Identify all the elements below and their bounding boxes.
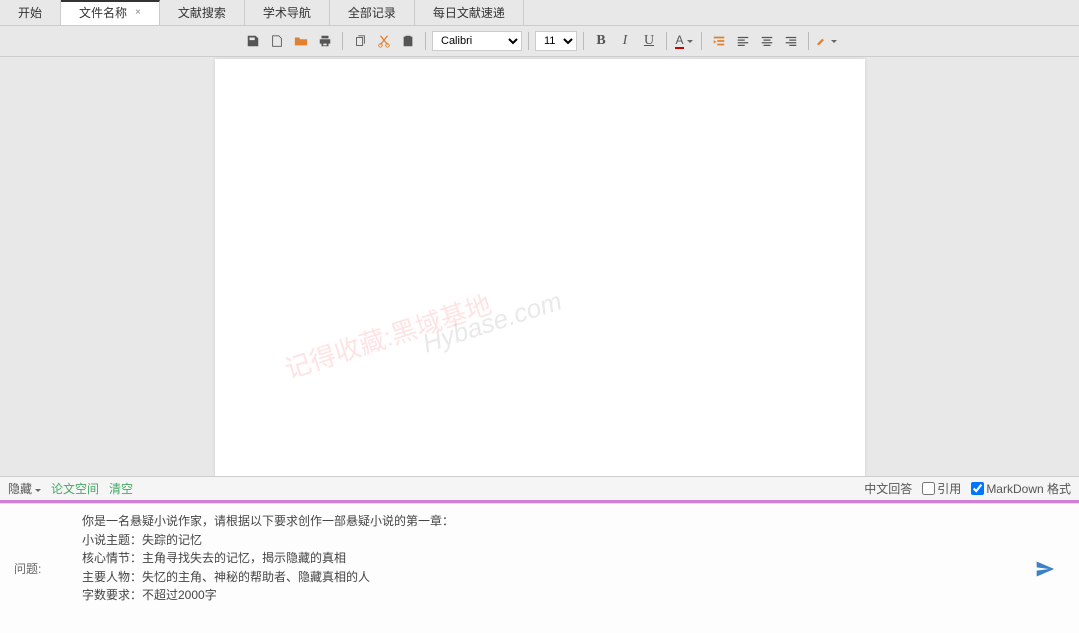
font-select[interactable]: Calibri xyxy=(432,31,522,51)
tab-start[interactable]: 开始 xyxy=(0,0,61,25)
font-color-button[interactable]: A xyxy=(673,30,695,52)
cite-checkbox[interactable]: 引用 xyxy=(922,480,961,497)
align-left-icon[interactable] xyxy=(732,30,754,52)
toolbar-separator xyxy=(666,32,667,50)
clear-button[interactable]: 清空 xyxy=(109,480,133,497)
toolbar: Calibri 11 B I U A xyxy=(242,30,837,52)
document-page[interactable] xyxy=(215,59,865,476)
underline-button[interactable]: U xyxy=(638,30,660,52)
markdown-checkbox[interactable]: MarkDown 格式 xyxy=(971,480,1071,497)
tab-daily-literature[interactable]: 每日文献速递 xyxy=(415,0,524,25)
tab-bar: 开始 文件名称 × 文献搜索 学术导航 全部记录 每日文献速递 xyxy=(0,0,1079,26)
toolbar-separator xyxy=(425,32,426,50)
toolbar-separator xyxy=(808,32,809,50)
tab-filename[interactable]: 文件名称 × xyxy=(61,0,160,25)
toolbar-separator xyxy=(701,32,702,50)
indent-decrease-icon[interactable] xyxy=(708,30,730,52)
cn-answer-label: 中文回答 xyxy=(864,480,912,497)
copy-icon[interactable] xyxy=(349,30,371,52)
tab-literature-search[interactable]: 文献搜索 xyxy=(160,0,245,25)
send-icon[interactable] xyxy=(1031,555,1059,583)
new-doc-icon[interactable] xyxy=(266,30,288,52)
paste-icon[interactable] xyxy=(397,30,419,52)
highlight-button[interactable] xyxy=(815,30,837,52)
open-folder-icon[interactable] xyxy=(290,30,312,52)
font-size-select[interactable]: 11 xyxy=(535,31,577,51)
align-center-icon[interactable] xyxy=(756,30,778,52)
italic-button[interactable]: I xyxy=(614,30,636,52)
editor-area: 记得收藏:黑域基地 Hybase.com xyxy=(0,57,1079,476)
close-icon[interactable]: × xyxy=(135,7,141,18)
tab-label: 开始 xyxy=(18,4,42,21)
toolbar-separator xyxy=(583,32,584,50)
tab-academic-nav[interactable]: 学术导航 xyxy=(245,0,330,25)
tab-label: 学术导航 xyxy=(263,4,311,21)
question-label: 问题: xyxy=(0,504,72,633)
hide-button[interactable]: 隐藏 xyxy=(8,480,41,497)
tab-label: 文献搜索 xyxy=(178,4,226,21)
toolbar-separator xyxy=(528,32,529,50)
tab-label: 每日文献速递 xyxy=(433,4,505,21)
print-icon[interactable] xyxy=(314,30,336,52)
tab-label: 全部记录 xyxy=(348,4,396,21)
toolbar-separator xyxy=(342,32,343,50)
save-icon[interactable] xyxy=(242,30,264,52)
align-right-icon[interactable] xyxy=(780,30,802,52)
bottom-toolbar: 隐藏 论文空间 清空 中文回答 引用 MarkDown 格式 xyxy=(0,476,1079,500)
tab-label: 文件名称 xyxy=(79,4,127,21)
paper-space-button[interactable]: 论文空间 xyxy=(51,480,99,497)
toolbar-area: Calibri 11 B I U A xyxy=(0,26,1079,57)
bold-button[interactable]: B xyxy=(590,30,612,52)
cut-icon[interactable] xyxy=(373,30,395,52)
question-input[interactable]: 你是一名悬疑小说作家，请根据以下要求创作一部悬疑小说的第一章： 小说主题：失踪的… xyxy=(72,504,1079,633)
tab-all-records[interactable]: 全部记录 xyxy=(330,0,415,25)
chat-panel: 问题: 你是一名悬疑小说作家，请根据以下要求创作一部悬疑小说的第一章： 小说主题… xyxy=(0,503,1079,633)
